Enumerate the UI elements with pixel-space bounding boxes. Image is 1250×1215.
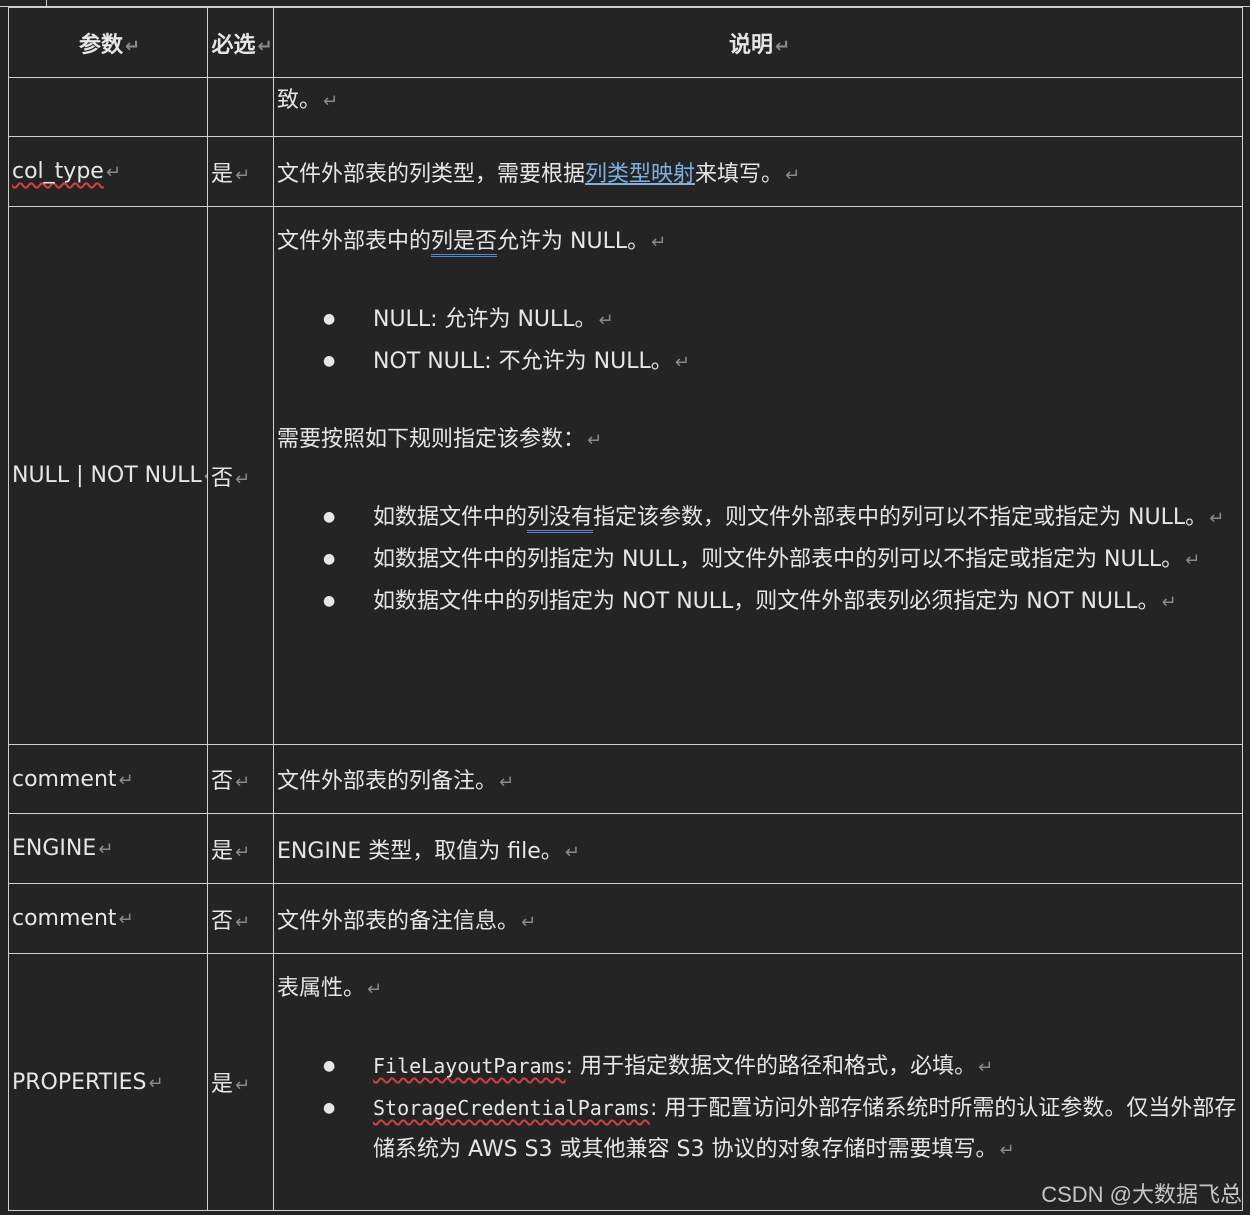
description-cell: ENGINE 类型，取值为 file。 ↵ bbox=[273, 813, 1243, 884]
list-item: 如数据文件中的列指定为 NOT NULL，则文件外部表列必须指定为 NOT NU… bbox=[323, 581, 1242, 623]
required-cell: 是 ↵ bbox=[207, 953, 274, 1211]
header-required: 必选 ↵ bbox=[207, 7, 274, 78]
param-cell bbox=[8, 77, 208, 137]
header-description: 说明 ↵ bbox=[273, 7, 1243, 78]
table-row: comment ↵ 否 ↵ 文件外部表的备注信息。 ↵ bbox=[8, 883, 1243, 954]
list-item: 如数据文件中的列指定为 NULL，则文件外部表中的列可以不指定或指定为 NULL… bbox=[323, 539, 1242, 581]
required-cell: 否 ↵ bbox=[207, 206, 274, 745]
param-cell: col_type ↵ bbox=[8, 136, 208, 207]
table-row: PROPERTIES↵ 是↵ 表属性。↵ FileLayoutParams: 用… bbox=[8, 953, 1243, 1211]
required-cell: 否 ↵ bbox=[207, 744, 274, 814]
table-row: NULL | NOT NULL↵ 否↵ 文件外部表中的列是否允许为 NULL。↵… bbox=[8, 206, 1243, 745]
null-rules-list: 如数据文件中的列没有指定该参数，则文件外部表中的列可以不指定或指定为 NULL。… bbox=[277, 497, 1242, 623]
description-cell: 表属性。↵ FileLayoutParams: 用于指定数据文件的路径和格式，必… bbox=[273, 953, 1243, 1211]
description-cell: 文件外部表中的列是否允许为 NULL。↵ NULL: 允许为 NULL。↵ NO… bbox=[273, 206, 1243, 745]
param-cell: PROPERTIES ↵ bbox=[8, 953, 208, 1211]
description-cell: 致。 ↵ bbox=[273, 77, 1243, 137]
column-type-mapping-link[interactable]: 列类型映射 bbox=[585, 162, 695, 187]
list-item: FileLayoutParams: 用于指定数据文件的路径和格式，必填。↵ bbox=[323, 1046, 1242, 1088]
description-cell: 文件外部表的备注信息。 ↵ bbox=[273, 883, 1243, 954]
param-cell: comment ↵ bbox=[8, 744, 208, 814]
list-item: 如数据文件中的列没有指定该参数，则文件外部表中的列可以不指定或指定为 NULL。… bbox=[323, 497, 1242, 539]
param-cell: comment ↵ bbox=[8, 883, 208, 954]
table-row: comment ↵ 否 ↵ 文件外部表的列备注。 ↵ bbox=[8, 744, 1243, 814]
table-row: col_type ↵ 是 ↵ 文件外部表的列类型，需要根据列类型映射来填写。 ↵ bbox=[8, 136, 1243, 207]
table-header-row: 参数 ↵ 必选 ↵ 说明 ↵ bbox=[8, 7, 1243, 78]
ruler-line bbox=[0, 0, 1250, 7]
csdn-watermark: CSDN @大数据飞总 bbox=[1041, 1182, 1242, 1207]
null-options-list: NULL: 允许为 NULL。↵ NOT NULL: 不允许为 NULL。↵ bbox=[277, 299, 1242, 383]
header-param: 参数 ↵ bbox=[8, 7, 208, 78]
list-item: StorageCredentialParams: 用于配置访问外部存储系统时所需… bbox=[323, 1088, 1242, 1171]
ruler-tab bbox=[0, 0, 47, 6]
list-item: NOT NULL: 不允许为 NULL。↵ bbox=[323, 341, 1242, 383]
required-cell: 是 ↵ bbox=[207, 813, 274, 884]
required-cell bbox=[207, 77, 274, 137]
parameter-table: 参数 ↵ 必选 ↵ 说明 ↵ 致。 ↵ col_type ↵ 是 ↵ 文件外部表的列类型，需… bbox=[8, 7, 1243, 1211]
table-row: ENGINE ↵ 是 ↵ ENGINE 类型，取值为 file。 ↵ bbox=[8, 813, 1243, 884]
table-row: 致。 ↵ bbox=[8, 77, 1243, 137]
param-cell: ENGINE ↵ bbox=[8, 813, 208, 884]
required-cell: 是 ↵ bbox=[207, 136, 274, 207]
description-cell: 文件外部表的列类型，需要根据列类型映射来填写。 ↵ bbox=[273, 136, 1243, 207]
required-cell: 否 ↵ bbox=[207, 883, 274, 954]
list-item: NULL: 允许为 NULL。↵ bbox=[323, 299, 1242, 341]
properties-list: FileLayoutParams: 用于指定数据文件的路径和格式，必填。↵ St… bbox=[277, 1046, 1242, 1171]
param-cell: NULL | NOT NULL↵ bbox=[8, 206, 208, 745]
description-cell: 文件外部表的列备注。 ↵ bbox=[273, 744, 1243, 814]
